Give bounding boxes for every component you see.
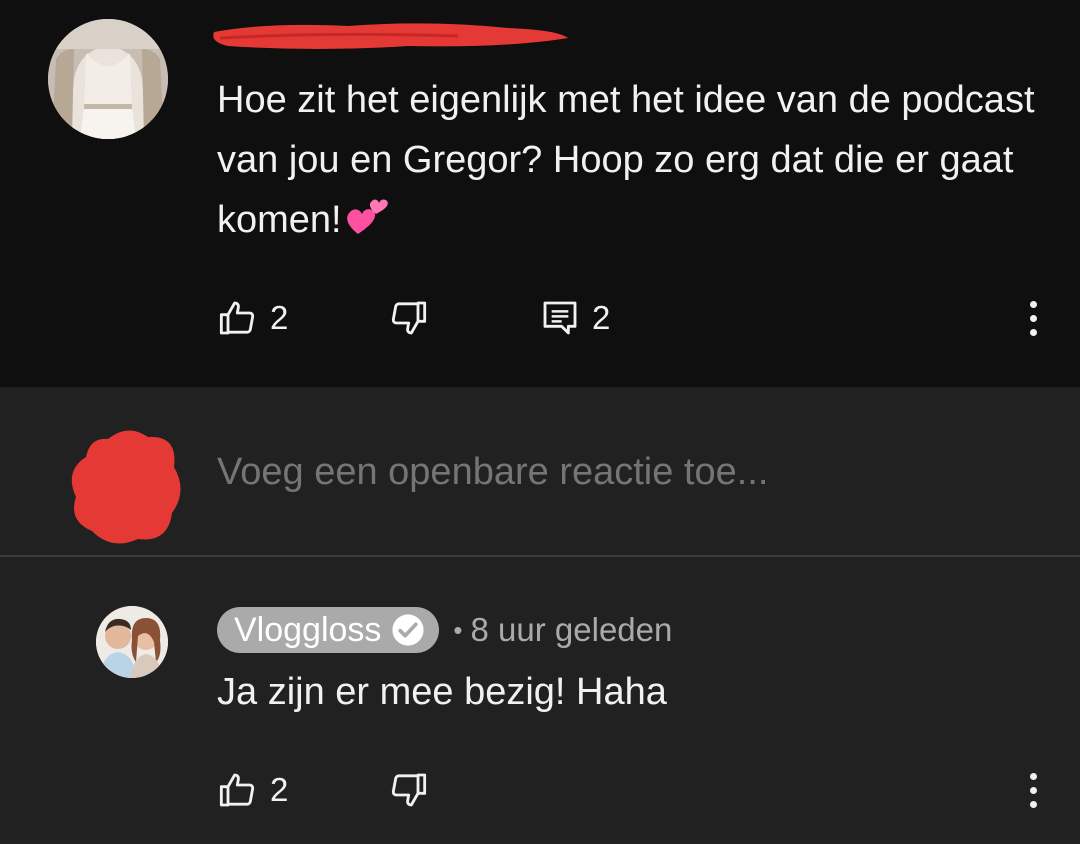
reply-avatar[interactable]: [96, 606, 168, 678]
comment-body: Hoe zit het eigenlijk met het idee van d…: [217, 79, 1035, 241]
comment-actions: 2 2: [218, 294, 1048, 342]
like-button[interactable]: 2: [218, 766, 288, 814]
thumb-up-icon: [219, 773, 255, 807]
comment-icon: [543, 301, 577, 335]
divider: [0, 555, 1080, 557]
author-name: Vloggloss: [234, 611, 382, 649]
reply-actions: 2: [218, 766, 1048, 814]
timestamp: 8 uur geleden: [470, 611, 673, 648]
reply-count: 2: [592, 299, 611, 336]
like-count: 2: [270, 771, 289, 808]
like-button[interactable]: 2: [218, 294, 288, 342]
reply-button[interactable]: 2: [540, 294, 610, 342]
reply-text: Ja zijn er mee bezig! Haha: [217, 671, 667, 713]
meta-separator: •: [453, 614, 463, 645]
comment-text: Hoe zit het eigenlijk met het idee van d…: [217, 70, 1057, 254]
reply-meta: Vloggloss • 8 uur geleden: [217, 606, 672, 654]
redacted-user-avatar: [71, 430, 181, 544]
avatar[interactable]: [48, 19, 168, 139]
author-chip[interactable]: Vloggloss: [217, 607, 440, 653]
two-hearts-emoji: [346, 194, 390, 254]
redacted-author-name: [213, 23, 569, 49]
thumb-up-icon: [219, 301, 255, 335]
reply-input[interactable]: [217, 447, 1017, 497]
like-count: 2: [270, 299, 289, 336]
dislike-button[interactable]: [388, 294, 428, 342]
thumb-down-icon: [391, 773, 427, 807]
dislike-button[interactable]: [388, 766, 428, 814]
add-reply-row: [0, 387, 1080, 555]
avatar-photo: [96, 606, 168, 678]
more-vert-icon[interactable]: [1018, 294, 1048, 342]
more-vert-icon[interactable]: [1018, 766, 1048, 814]
top-comment: Hoe zit het eigenlijk met het idee van d…: [0, 0, 1080, 387]
comment-thread: Hoe zit het eigenlijk met het idee van d…: [0, 0, 1080, 844]
thumb-down-icon: [391, 301, 427, 335]
avatar-photo: [48, 19, 168, 139]
verified-check-icon: [392, 614, 425, 646]
